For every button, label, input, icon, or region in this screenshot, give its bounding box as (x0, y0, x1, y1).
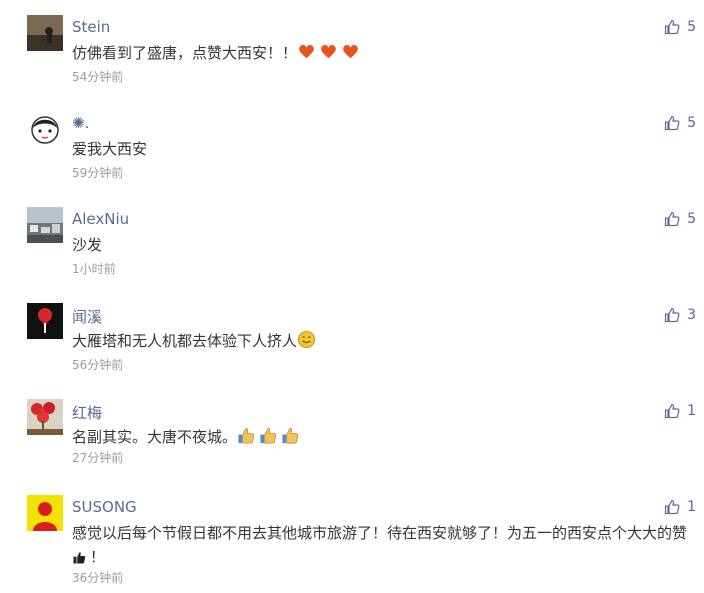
thumbs-up-emoji-icon (237, 426, 256, 445)
thumbs-up-icon (664, 403, 680, 419)
avatar[interactable] (27, 303, 63, 339)
avatar[interactable] (27, 495, 63, 531)
comment-text: 大雁塔和无人机都去体验下人挤人 (72, 329, 694, 353)
thumbs-up-emoji-icon (281, 426, 300, 445)
comment-text: 名副其实。大唐不夜城。 (72, 425, 694, 449)
thumbs-up-emoji-icon (259, 426, 278, 445)
comment-time: 56分钟前 (72, 358, 124, 372)
heart-emoji-icon (319, 42, 338, 61)
comment-time: 59分钟前 (72, 166, 124, 180)
commenter-name[interactable]: Stein (72, 18, 110, 36)
smile-emoji-icon (297, 330, 316, 349)
commenter-name[interactable]: SUSONG (72, 498, 137, 516)
heart-emoji-icon (341, 42, 360, 61)
thumbs-up-icon (664, 115, 680, 131)
comment-time: 27分钟前 (72, 451, 124, 465)
thumbs-up-icon (664, 211, 680, 227)
thumbs-up-icon (664, 19, 680, 35)
like-button[interactable]: 5 (664, 113, 696, 133)
avatar[interactable] (27, 399, 63, 435)
like-count: 5 (687, 19, 696, 35)
like-count: 1 (687, 499, 696, 515)
heart-emoji-icon (297, 42, 316, 61)
comment-text: 沙发 (72, 236, 103, 254)
comment-text: 爱我大西安 (72, 140, 148, 158)
comment-time: 54分钟前 (72, 70, 124, 84)
like-count: 1 (687, 403, 696, 419)
avatar[interactable] (27, 15, 63, 51)
commenter-name[interactable]: AlexNiu (72, 210, 129, 228)
avatar[interactable] (27, 111, 63, 147)
like-button[interactable]: 5 (664, 209, 696, 229)
commenter-name[interactable]: 闻溪 (72, 306, 102, 327)
like-count: 5 (687, 115, 696, 131)
comment-text: 感觉以后每个节假日都不用去其他城市旅游了！待在西安就够了！为五一的西安点个大大的… (72, 524, 688, 566)
comment-time: 36分钟前 (72, 571, 124, 585)
comment-text: 仿佛看到了盛唐，点赞大西安！！ (72, 41, 694, 65)
comment-time: 1小时前 (72, 262, 116, 276)
commenter-name[interactable]: 红梅 (72, 402, 102, 423)
commenter-name[interactable]: ✺. (72, 114, 89, 132)
like-button[interactable]: 3 (664, 305, 696, 325)
thumbs-up-icon (664, 499, 680, 515)
avatar[interactable] (27, 207, 63, 243)
like-button[interactable]: 1 (664, 497, 696, 517)
like-button[interactable]: 1 (664, 401, 696, 421)
like-count: 3 (687, 307, 696, 323)
thumbs-up-hand-emoji-icon (72, 550, 87, 565)
like-count: 5 (687, 211, 696, 227)
like-button[interactable]: 5 (664, 17, 696, 37)
thumbs-up-icon (664, 307, 680, 323)
